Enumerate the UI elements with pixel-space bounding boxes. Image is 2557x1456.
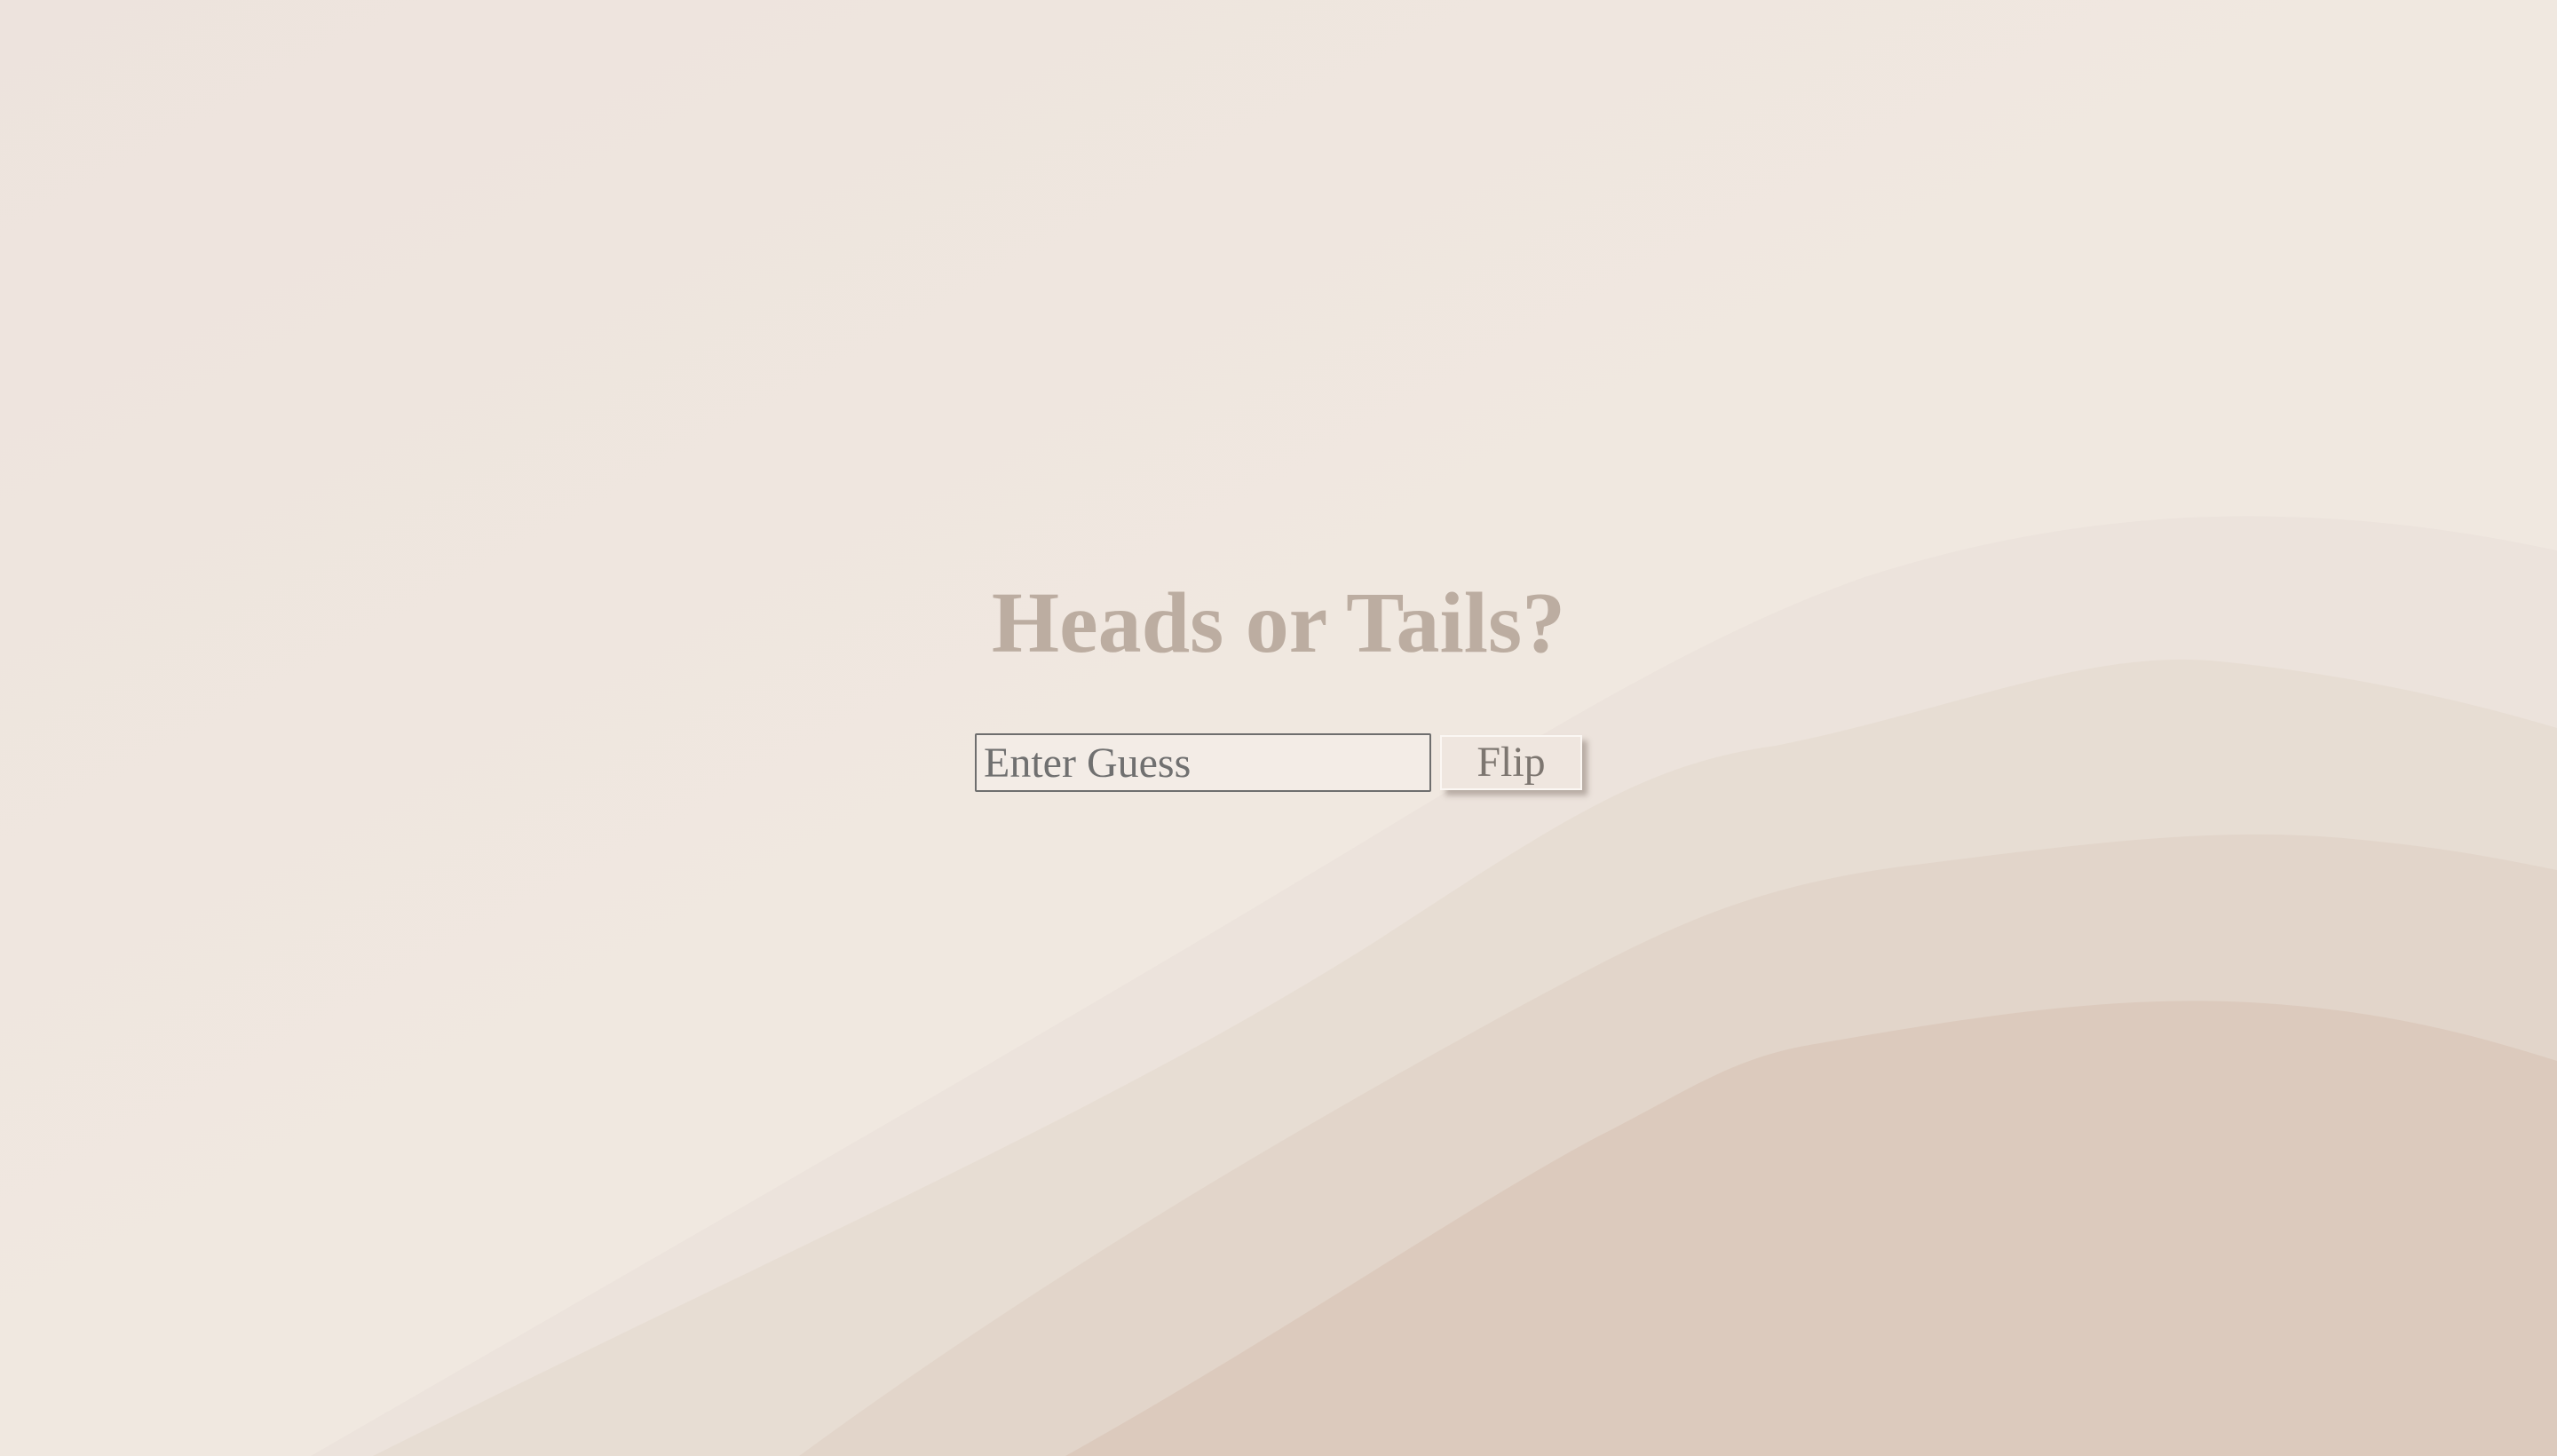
flip-button[interactable]: Flip (1440, 735, 1582, 790)
guess-input[interactable] (975, 733, 1431, 792)
page-title: Heads or Tails? (991, 575, 1566, 671)
game-container: Heads or Tails? Flip (0, 0, 2557, 1456)
